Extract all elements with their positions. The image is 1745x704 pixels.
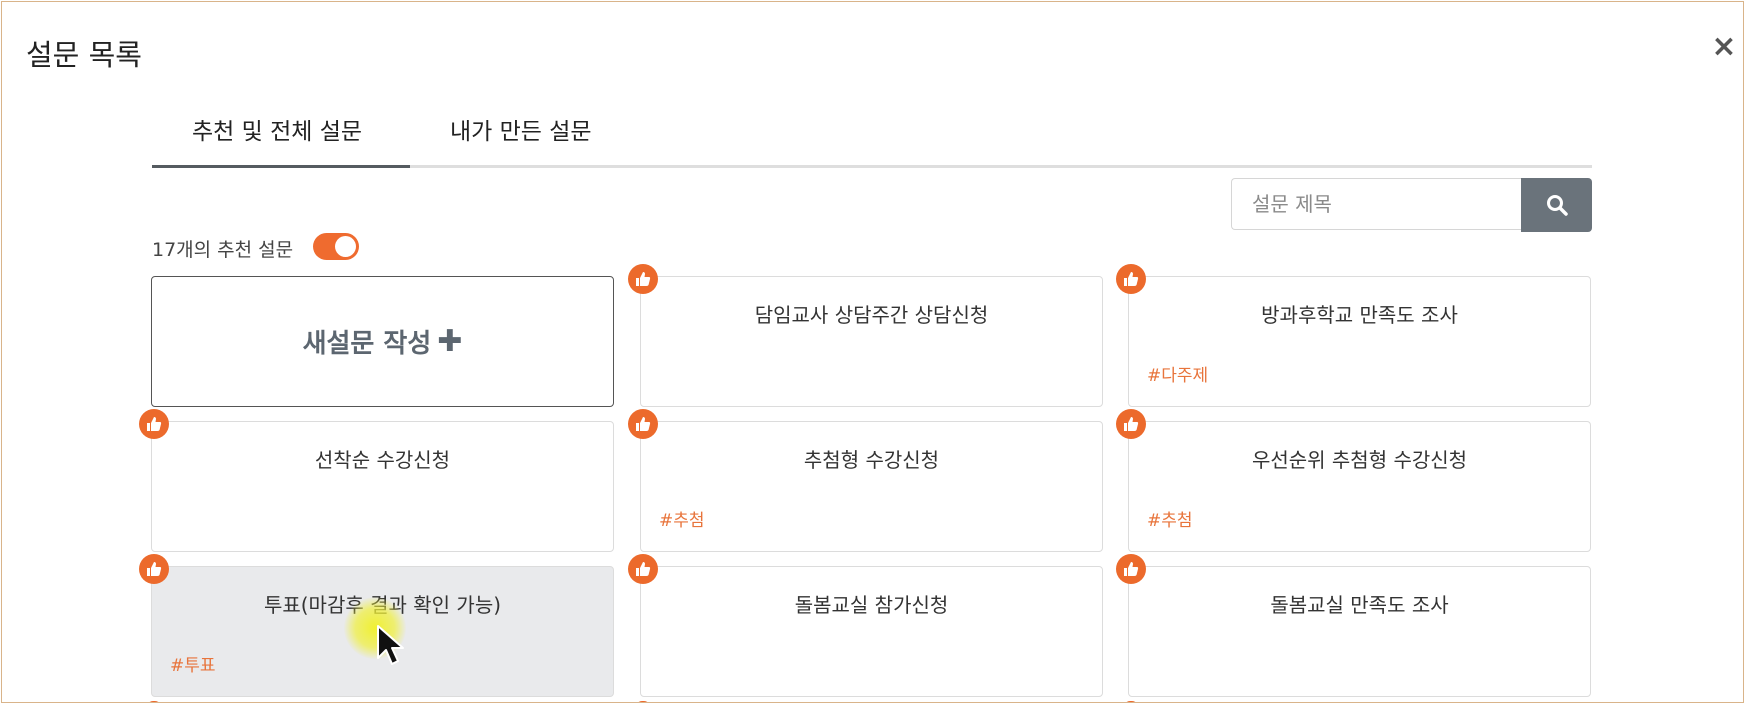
survey-card-title: 추첨형 수강신청 <box>803 448 940 472</box>
thumbs-up-icon <box>1124 701 1138 702</box>
thumbs-up-icon <box>628 264 658 294</box>
dialog-title: 설문 목록 <box>26 38 142 72</box>
search-button[interactable] <box>1521 178 1592 232</box>
survey-card[interactable]: 방과후학교 만족도 조사 #다주제 <box>1128 276 1591 407</box>
survey-list-dialog: 설문 목록 × 추천 및 전체 설문 내가 만든 설문 17개의 추천 설문 새… <box>1 1 1744 703</box>
survey-card-title: 돌봄교실 만족도 조사 <box>1270 593 1449 617</box>
thumbs-up-icon <box>1116 409 1146 439</box>
thumbs-up-icon <box>139 554 169 584</box>
tab-bar: 추천 및 전체 설문 내가 만든 설문 <box>152 97 1592 168</box>
search-icon <box>1546 195 1568 216</box>
survey-card-tag: #추첨 <box>659 511 705 531</box>
survey-card-title: 방과후학교 만족도 조사 <box>1261 303 1458 327</box>
survey-card-title: 투표(마감후 결과 확인 가능) <box>263 593 502 617</box>
thumbs-up-icon <box>147 701 161 702</box>
recommended-count-label: 17개의 추천 설문 <box>152 239 294 261</box>
new-survey-button[interactable]: 새설문 작성 ✚ <box>151 276 614 407</box>
survey-card-tag: #투표 <box>170 656 216 676</box>
thumbs-up-icon <box>628 554 658 584</box>
survey-card[interactable]: 돌봄교실 만족도 조사 <box>1128 566 1591 697</box>
survey-card-title: 우선순위 추첨형 수강신청 <box>1251 448 1468 472</box>
survey-card[interactable]: 돌봄교실 참가신청 <box>640 566 1103 697</box>
survey-card-title: 담임교사 상담주간 상담신청 <box>754 303 989 327</box>
survey-card-title: 선착순 수강신청 <box>314 448 451 472</box>
survey-card[interactable]: 선착순 수강신청 <box>151 421 614 552</box>
survey-card[interactable]: 우선순위 추첨형 수강신청 #추첨 <box>1128 421 1591 552</box>
survey-card-tag: #다주제 <box>1147 366 1209 386</box>
survey-card-tag: #추첨 <box>1147 511 1193 531</box>
active-tab-indicator <box>152 165 410 168</box>
survey-card[interactable]: 담임교사 상담주간 상담신청 <box>640 276 1103 407</box>
new-survey-label: 새설문 작성 <box>302 329 432 359</box>
tab-recommended-all[interactable]: 추천 및 전체 설문 <box>192 112 362 146</box>
search-input[interactable] <box>1231 178 1521 230</box>
survey-card[interactable]: 추첨형 수강신청 #추첨 <box>640 421 1103 552</box>
tab-my-surveys[interactable]: 내가 만든 설문 <box>450 112 592 146</box>
thumbs-up-icon <box>628 409 658 439</box>
toggle-knob <box>335 236 356 257</box>
thumbs-up-icon <box>636 701 650 702</box>
survey-card-title: 돌봄교실 참가신청 <box>794 593 949 617</box>
thumbs-up-icon <box>139 409 169 439</box>
survey-card[interactable]: 투표(마감후 결과 확인 가능) #투표 <box>151 566 614 697</box>
thumbs-up-icon <box>1116 264 1146 294</box>
plus-icon: ✚ <box>437 324 463 359</box>
recommended-toggle[interactable] <box>313 233 359 260</box>
thumbs-up-icon <box>1116 554 1146 584</box>
close-icon[interactable]: × <box>1710 29 1738 64</box>
